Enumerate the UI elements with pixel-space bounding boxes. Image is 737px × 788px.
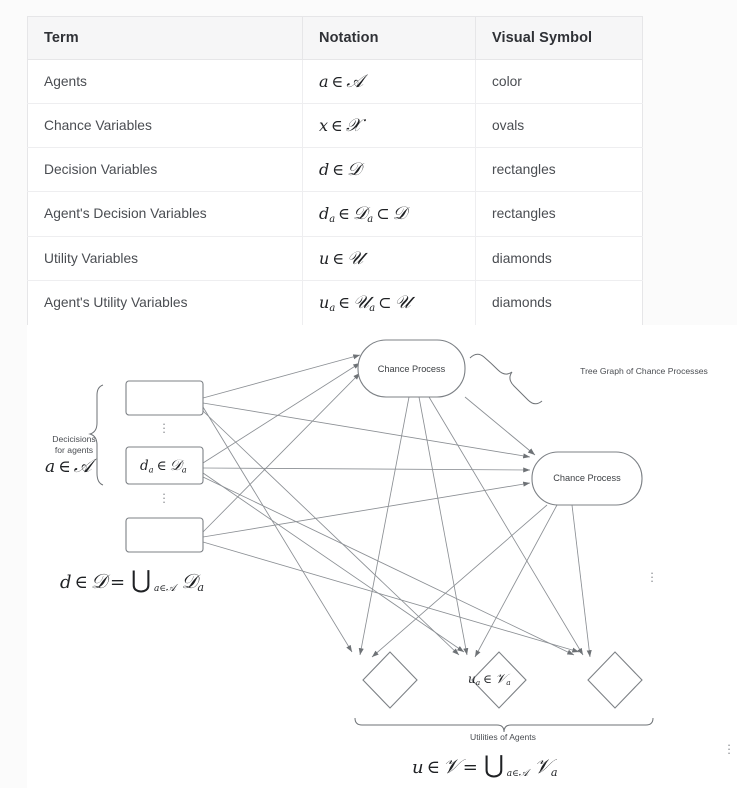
edge-chance1-to-chance2 bbox=[464, 396, 536, 456]
cell-term: Agent's Utility Variables bbox=[27, 280, 303, 326]
utility-node-left[interactable] bbox=[362, 651, 418, 709]
cell-notation: da ∈ 𝒟a ⊂ 𝒟 bbox=[302, 191, 476, 237]
edges-chance1-to-utilities bbox=[358, 396, 584, 656]
notation-table: Term Notation Visual Symbol Agents a ∈ 𝒜 c… bbox=[27, 16, 643, 326]
tree-graph-label: Tree Graph of Chance Processes bbox=[580, 366, 708, 376]
edges-decisions-to-chance1 bbox=[202, 354, 361, 533]
cell-visual-symbol: color bbox=[475, 59, 643, 104]
decision-ellipsis-lower: · · · bbox=[161, 486, 167, 509]
cell-term: Agents bbox=[27, 59, 303, 104]
right-ellipsis-lower: · · · bbox=[726, 737, 732, 760]
cell-notation: x ∈ 𝒳 bbox=[302, 103, 476, 148]
decision-group-label: Decicisions for agents bbox=[52, 434, 96, 455]
edges-chance2-to-utilities bbox=[371, 504, 592, 658]
chance-node-1[interactable] bbox=[357, 339, 466, 398]
decision-node-top[interactable] bbox=[125, 380, 204, 416]
utility-node-middle[interactable] bbox=[471, 651, 527, 709]
cell-notation: a ∈ 𝒜 bbox=[302, 59, 476, 104]
cell-term: Agent's Decision Variables bbox=[27, 191, 303, 237]
table-row: Agent's Utility Variables ua ∈ 𝒰a ⊂ 𝒰 diamon… bbox=[27, 280, 643, 326]
tree-graph-brace bbox=[469, 353, 543, 405]
cell-term: Chance Variables bbox=[27, 103, 303, 148]
utility-node-right[interactable] bbox=[587, 651, 643, 709]
cell-visual-symbol: diamonds bbox=[475, 236, 643, 281]
utilities-brace-label: Utilities of Agents bbox=[470, 732, 536, 742]
cell-term: Utility Variables bbox=[27, 236, 303, 281]
table-row: Utility Variables u ∈ 𝒰 diamonds bbox=[27, 236, 643, 281]
decision-ellipsis-upper: · · · bbox=[161, 416, 167, 439]
utilities-brace bbox=[354, 717, 654, 733]
column-header-term[interactable]: Term bbox=[27, 16, 303, 60]
page-root: Term Notation Visual Symbol Agents a ∈ 𝒜 c… bbox=[0, 0, 737, 788]
right-ellipsis-upper: · · · bbox=[649, 565, 655, 588]
cell-visual-symbol: diamonds bbox=[492, 295, 552, 311]
cell-notation: ua ∈ 𝒰a ⊂ 𝒰 bbox=[302, 280, 476, 326]
edges-decisions-to-chance2 bbox=[202, 402, 531, 538]
table-row: Agents a ∈ 𝒜 color bbox=[27, 59, 643, 104]
column-header-notation[interactable]: Notation bbox=[302, 16, 476, 60]
table-row: Decision Variables d ∈ 𝒟 rectangles bbox=[27, 147, 643, 192]
decision-node-middle[interactable] bbox=[125, 446, 204, 485]
column-header-visual-symbol[interactable]: Visual Symbol bbox=[475, 16, 643, 60]
cell-visual-symbol: rectangles bbox=[475, 191, 643, 237]
diagram-canvas bbox=[88, 339, 654, 733]
decision-node-bottom[interactable] bbox=[125, 517, 204, 553]
influence-diagram: Decicisions for agents a ∈ 𝒜 da ∈ 𝒟a · · · · · ·… bbox=[27, 325, 737, 788]
table-row: Agent's Decision Variables da ∈ 𝒟a ⊂ 𝒟 recta… bbox=[27, 191, 643, 237]
cell-notation: u ∈ 𝒰 bbox=[302, 236, 476, 281]
table-header: Term Notation Visual Symbol bbox=[27, 16, 643, 60]
table-body: Agents a ∈ 𝒜 color Chance Variables x ∈ 𝒳 ov… bbox=[27, 59, 643, 326]
cell-notation: d ∈ 𝒟 bbox=[302, 147, 476, 192]
chance-node-2[interactable] bbox=[531, 451, 643, 506]
table-row: Chance Variables x ∈ 𝒳 ovals bbox=[27, 103, 643, 148]
cell-visual-symbol: rectangles bbox=[475, 147, 643, 192]
table-header-row: Term Notation Visual Symbol bbox=[27, 16, 643, 60]
cell-visual-symbol: ovals bbox=[475, 103, 643, 148]
cell-term: Decision Variables bbox=[27, 147, 303, 192]
